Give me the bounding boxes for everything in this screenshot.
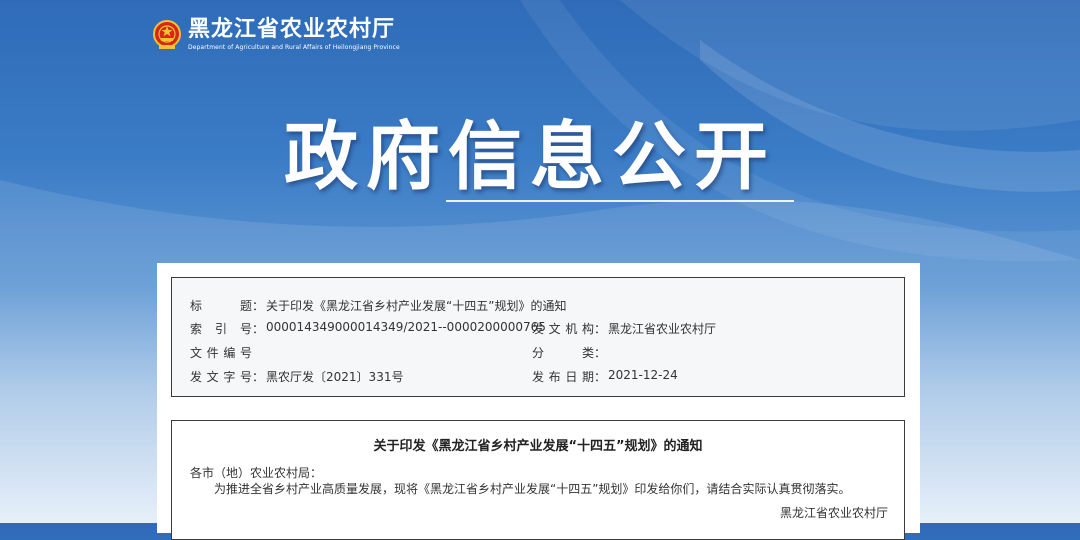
document-title: 关于印发《黑龙江省乡村产业发展“十四五”规划》的通知 <box>373 439 703 454</box>
meta-index-value: 000014349000014349/2021--0000200000765 <box>266 320 546 334</box>
document-signature: 黑龙江省农业农村厅 <box>780 506 889 520</box>
meta-date-row: 发布日期： 2021-12-24 <box>532 368 678 384</box>
meta-docno-row: 文件编号 <box>190 346 252 360</box>
national-emblem-icon <box>153 20 181 49</box>
content-panel: 标 题： 关于印发《黑龙江省乡村产业发展“十四五”规划》的通知 索 引 号： 0… <box>157 263 920 540</box>
org-name-en: Department of Agriculture and Rural Affa… <box>188 44 400 51</box>
meta-issuer-value: 黑龙江省农业农村厅 <box>608 322 717 336</box>
document-paragraph: 为推进全省乡村产业高质量发展，现将《黑龙江省乡村产业发展“十四五”规划》印发给你… <box>214 482 851 496</box>
meta-ref-value: 黑农厅发〔2021〕331号 <box>266 370 404 384</box>
meta-title-value: 关于印发《黑龙江省乡村产业发展“十四五”规划》的通知 <box>266 299 567 313</box>
meta-issuer-row: 发文机构： 黑龙江省农业农村厅 <box>532 322 717 336</box>
site-logo[interactable]: 黑龙江省农业农村厅 Department of Agriculture and … <box>152 18 400 52</box>
document-body: 关于印发《黑龙江省乡村产业发展“十四五”规划》的通知 各市（地）农业农村局： 为… <box>171 420 905 540</box>
title-underline <box>446 200 794 202</box>
document-metadata: 标 题： 关于印发《黑龙江省乡村产业发展“十四五”规划》的通知 索 引 号： 0… <box>171 277 905 397</box>
meta-date-value: 2021-12-24 <box>608 368 678 382</box>
document-salutation: 各市（地）农业农村局： <box>190 466 323 480</box>
meta-title-row: 标 题： 关于印发《黑龙江省乡村产业发展“十四五”规划》的通知 <box>190 299 567 313</box>
meta-ref-row: 发文字号： 黑农厅发〔2021〕331号 <box>190 370 404 384</box>
page-title: 政府信息公开 <box>284 114 776 200</box>
meta-category-row: 分 类： <box>532 346 607 360</box>
org-name-cn: 黑龙江省农业农村厅 <box>188 17 396 42</box>
meta-index-row: 索 引 号： 000014349000014349/2021--00002000… <box>190 320 546 336</box>
